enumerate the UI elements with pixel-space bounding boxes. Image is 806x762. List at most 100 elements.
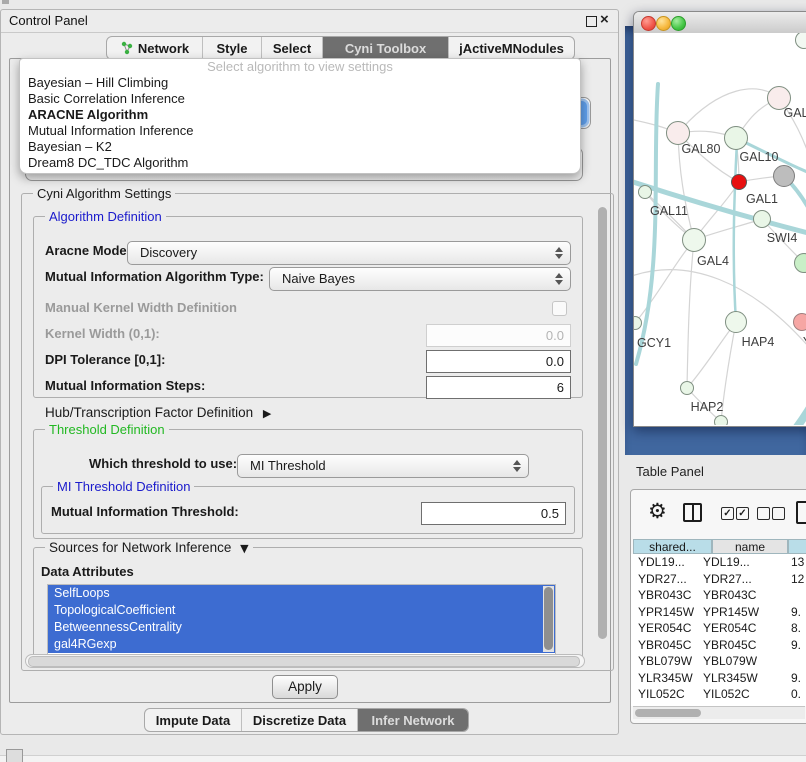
network-node-salmon[interactable] [793,313,806,331]
network-node-gal11[interactable] [638,185,652,199]
tab-select[interactable]: Select [262,37,323,59]
which-threshold-select[interactable]: MI Threshold [237,454,529,478]
combo-stepper-icon [513,459,521,473]
data-attributes-list[interactable]: SelfLoops TopologicalCoefficient Between… [47,584,556,655]
checked-boxes-icon[interactable]: ✓ [721,507,734,520]
network-view-window[interactable]: GAL80 GAL10 GAL1 GAL11 GAL4 SWI4 GCY1 HA… [633,11,806,427]
network-icon [120,41,134,55]
network-node-gal1[interactable] [753,210,771,228]
mi-steps-field[interactable]: 6 [426,376,571,399]
hub-definition-expander[interactable]: Hub/Transcription Factor Definition ▶ [45,403,271,424]
control-panel-window: Control Panel × Network Style Select [0,9,619,735]
table-row[interactable]: YDR27... YDR27... 12 [631,571,806,588]
table-row[interactable]: YBL079W YBL079W [631,653,806,670]
network-window-titlebar[interactable] [634,12,806,34]
document-icon[interactable] [796,501,806,524]
vertical-scrollbar-thumb[interactable] [598,207,607,639]
mi-steps-label: Mutual Information Steps: [45,375,205,397]
popup-placeholder: Select algorithm to view settings [20,59,580,75]
dpi-tolerance-field[interactable]: 0.0 [426,350,571,373]
tab-infer-network-label: Infer Network [371,713,454,728]
tab-network[interactable]: Network [107,37,203,59]
sources-expander[interactable]: Sources for Network Inference ▼ [45,540,253,555]
data-attributes-label: Data Attributes [41,561,134,583]
manual-kernel-checkbox[interactable] [552,301,567,316]
apply-button[interactable]: Apply [272,675,338,699]
network-node-gal10[interactable] [724,126,748,150]
horizontal-scrollbar[interactable] [25,654,585,668]
unchecked-boxes-icon[interactable] [772,507,785,520]
horizontal-scrollbar-thumb[interactable] [28,656,580,667]
tab-jactivemnodules[interactable]: jActiveMNodules [449,37,574,59]
mi-threshold-field[interactable]: 0.5 [421,502,566,525]
cell: YLR345W [638,670,693,686]
network-node-gray[interactable] [773,165,795,187]
list-item[interactable]: BetweennessCentrality [48,619,555,636]
table-row[interactable]: YER054C YER054C 8. [631,620,806,637]
algorithm-dropdown-popup: Select algorithm to view settings Bayesi… [19,58,581,174]
list-item[interactable]: TopologicalCoefficient [48,602,555,619]
dock-panel-icon[interactable] [6,749,23,762]
table-row[interactable]: YPR145W YPR145W 9. [631,604,806,621]
tab-infer-network[interactable]: Infer Network [358,709,468,731]
kernel-width-label: Kernel Width (0,1): [45,323,160,345]
table-row[interactable]: YBR043C YBR043C [631,587,806,604]
network-node-gal4[interactable] [682,228,706,252]
table-row[interactable]: YIL052C YIL052C 0. [631,686,806,703]
tab-cyni-toolbox-label: Cyni Toolbox [345,41,426,56]
mi-threshold-group-title: MI Threshold Definition [53,479,194,494]
bottom-tabs: Impute Data Discretize Data Infer Networ… [144,708,469,732]
cell: YIL052C [703,686,750,702]
tab-style[interactable]: Style [203,37,262,59]
popup-item[interactable]: Bayesian – Hill Climbing [20,75,580,91]
table-row[interactable]: YLR345W YLR345W 9. [631,670,806,687]
table-row[interactable]: YBR045C YBR045C 9. [631,637,806,654]
network-node-label: GAL10 [740,150,779,164]
which-threshold-label: Which threshold to use: [89,453,237,475]
column-header-shared[interactable]: shared... [633,539,712,554]
tab-impute-data[interactable]: Impute Data [145,709,242,731]
popup-item[interactable]: Mutual Information Inference [20,123,580,139]
cyni-algorithm-settings-title: Cyni Algorithm Settings [33,186,175,201]
popup-item[interactable]: Dream8 DC_TDC Algorithm [20,155,580,171]
vertical-scrollbar[interactable] [597,205,608,657]
network-node-red[interactable] [731,174,747,190]
close-traffic-light[interactable] [641,16,656,31]
column-header-name[interactable]: name [712,539,788,554]
columns-icon[interactable] [683,503,702,522]
dpi-tolerance-value: 0.0 [546,351,564,372]
close-window-icon[interactable]: × [600,11,609,28]
table-row[interactable]: YDL19... YDL19... 13 [631,554,806,571]
network-canvas[interactable]: GAL80 GAL10 GAL1 GAL11 GAL4 SWI4 GCY1 HA… [634,33,806,425]
cell: 8. [791,620,801,636]
kernel-width-field[interactable]: 0.0 [426,324,571,347]
popup-item[interactable]: Basic Correlation Inference [20,91,580,107]
zoom-traffic-light[interactable] [671,16,686,31]
network-node-hap4[interactable] [725,311,747,333]
popup-item-selected[interactable]: ARACNE Algorithm [20,107,580,123]
tab-cyni-toolbox[interactable]: Cyni Toolbox [323,37,449,59]
tab-network-label: Network [138,41,189,56]
aracne-mode-select[interactable]: Discovery [127,241,571,265]
list-scrollbar-thumb[interactable] [544,587,553,650]
app-root: { "window": { "title": "Control Panel", … [0,0,806,762]
list-item[interactable]: SelfLoops [48,585,555,602]
table-horizontal-scrollbar-thumb[interactable] [635,709,701,717]
cell: YBR045C [703,637,756,653]
gear-icon[interactable]: ⚙ [648,500,667,522]
popup-item[interactable]: Bayesian – K2 [20,139,580,155]
unchecked-boxes-icon[interactable] [757,507,770,520]
tab-discretize-data[interactable]: Discretize Data [242,709,358,731]
list-item[interactable]: gal4RGexp [48,636,555,653]
list-vertical-scrollbar[interactable] [543,586,554,652]
network-node[interactable] [714,415,728,425]
checked-boxes-icon[interactable]: ✓ [736,507,749,520]
cell: YBL079W [703,653,757,669]
network-node-hap2[interactable] [680,381,694,395]
minimize-traffic-light[interactable] [656,16,671,31]
control-panel-titlebar[interactable]: Control Panel × [1,10,618,33]
column-header-3[interactable] [788,539,806,554]
restore-window-icon[interactable] [586,16,597,27]
mi-type-select[interactable]: Naive Bayes [269,267,571,291]
table-horizontal-scrollbar[interactable] [633,706,805,719]
